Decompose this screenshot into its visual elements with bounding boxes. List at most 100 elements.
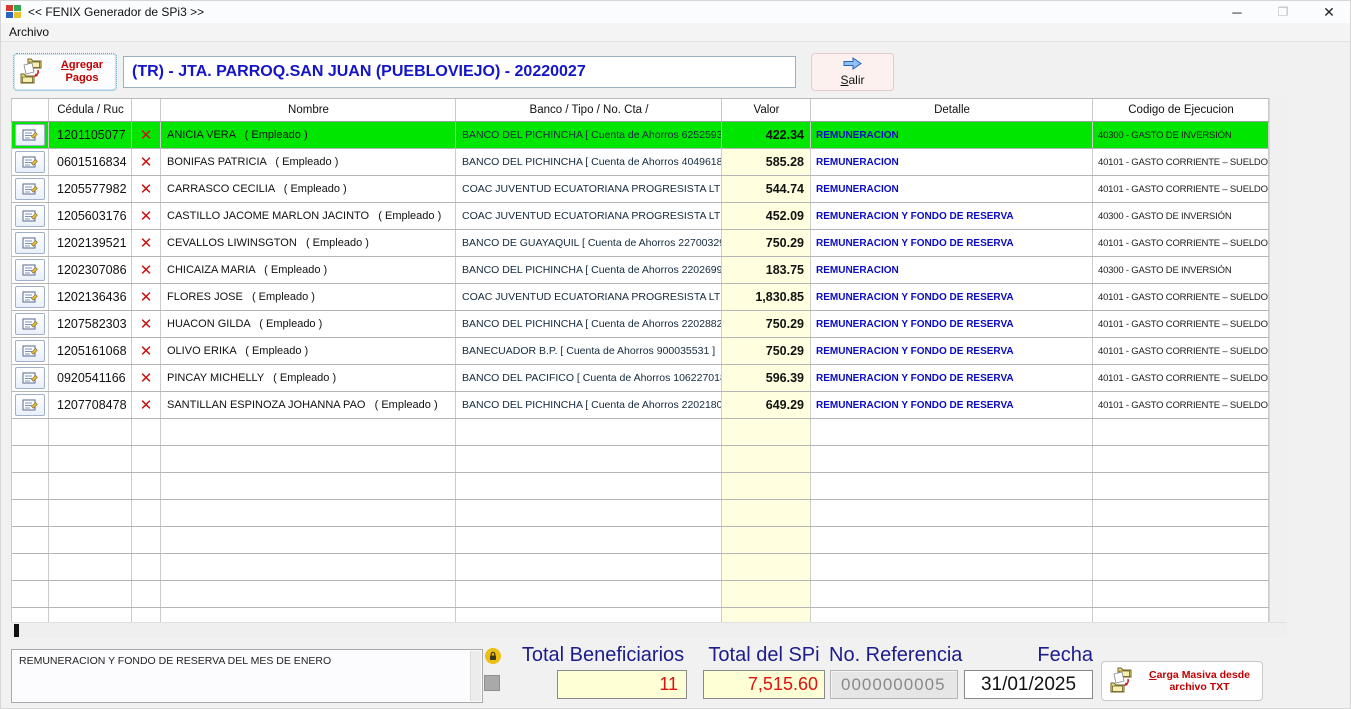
valor-cell: 422.34: [722, 122, 811, 148]
delete-row-icon[interactable]: ✕: [140, 155, 153, 170]
edit-cell: [12, 122, 49, 148]
comment-box[interactable]: REMUNERACION Y FONDO DE RESERVA DEL MES …: [11, 649, 483, 703]
valor-cell: 649.29: [722, 392, 811, 418]
table-row[interactable]: 1202139521 ✕ CEVALLOS LIWINSGTON ( Emple…: [12, 230, 1269, 257]
edit-cell: [12, 365, 49, 391]
edit-row-button[interactable]: [15, 313, 45, 335]
table-row[interactable]: 1205577982 ✕ CARRASCO CECILIA ( Empleado…: [12, 176, 1269, 203]
edit-cell: [12, 203, 49, 229]
cedula-cell: 0601516834: [49, 149, 132, 175]
edit-form-icon: [22, 317, 38, 331]
edit-form-icon: [22, 128, 38, 142]
horizontal-scrollbar-thumb[interactable]: [14, 624, 19, 637]
edit-form-icon: [22, 155, 38, 169]
carga-masiva-button[interactable]: Carga Masiva desde archivo TXT: [1101, 661, 1263, 701]
maximize-button[interactable]: ❐: [1260, 1, 1306, 23]
edit-row-button[interactable]: [15, 340, 45, 362]
window-title: << FENIX Generador de SPi3 >>: [28, 5, 204, 19]
valor-cell: 750.29: [722, 338, 811, 364]
empty-table-row: [12, 419, 1269, 446]
table-row[interactable]: 0601516834 ✕ BONIFAS PATRICIA ( Empleado…: [12, 149, 1269, 176]
delete-row-icon[interactable]: ✕: [140, 344, 153, 359]
cedula-cell: 1207708478: [49, 392, 132, 418]
edit-form-icon: [22, 236, 38, 250]
valor-cell: 596.39: [722, 365, 811, 391]
edit-form-icon: [22, 263, 38, 277]
codigo-cell: 40101 - GASTO CORRIENTE – SUELDOS: [1093, 149, 1269, 175]
delete-row-icon[interactable]: ✕: [140, 209, 153, 224]
valor-cell: 585.28: [722, 149, 811, 175]
add-payments-folder-icon: [18, 56, 48, 89]
banco-cell: COAC JUVENTUD ECUATORIANA PROGRESISTA LT…: [456, 176, 722, 202]
edit-row-button[interactable]: [15, 205, 45, 227]
edit-cell: [12, 311, 49, 337]
codigo-cell: 40101 - GASTO CORRIENTE – SUELDOS: [1093, 176, 1269, 202]
fecha-value[interactable]: 31/01/2025: [964, 670, 1093, 699]
table-row[interactable]: 0920541166 ✕ PINCAY MICHELLY ( Empleado …: [12, 365, 1269, 392]
detalle-cell: REMUNERACION Y FONDO DE RESERVA: [811, 284, 1093, 310]
no-referencia-value: 0000000005: [830, 670, 958, 699]
cedula-cell: 1202136436: [49, 284, 132, 310]
edit-row-button[interactable]: [15, 232, 45, 254]
nombre-cell: CEVALLOS LIWINSGTON ( Empleado ): [161, 230, 456, 256]
edit-form-icon: [22, 290, 38, 304]
delete-row-icon[interactable]: ✕: [140, 182, 153, 197]
entity-title-field[interactable]: [123, 56, 796, 88]
carga-masiva-label: Carga Masiva desde archivo TXT: [1143, 669, 1256, 693]
delete-cell: ✕: [132, 311, 161, 337]
vertical-scrollbar[interactable]: [1269, 98, 1287, 622]
comment-scrollbar[interactable]: [470, 651, 481, 701]
delete-cell: ✕: [132, 284, 161, 310]
edit-form-icon: [22, 209, 38, 223]
codigo-cell: 40101 - GASTO CORRIENTE – SUELDOS: [1093, 230, 1269, 256]
edit-row-button[interactable]: [15, 151, 45, 173]
table-row[interactable]: 1205603176 ✕ CASTILLO JACOME MARLON JACI…: [12, 203, 1269, 230]
exit-arrow-icon: [842, 57, 864, 73]
edit-row-button[interactable]: [15, 178, 45, 200]
valor-cell: 750.29: [722, 230, 811, 256]
edit-row-button[interactable]: [15, 124, 45, 146]
nombre-cell: CHICAIZA MARIA ( Empleado ): [161, 257, 456, 283]
edit-row-button[interactable]: [15, 259, 45, 281]
table-row[interactable]: 1205161068 ✕ OLIVO ERIKA ( Empleado ) BA…: [12, 338, 1269, 365]
edit-row-button[interactable]: [15, 367, 45, 389]
header-valor: Valor: [722, 99, 811, 121]
edit-cell: [12, 338, 49, 364]
delete-row-icon[interactable]: ✕: [140, 290, 153, 305]
empty-table-row: [12, 527, 1269, 554]
edit-row-button[interactable]: [15, 286, 45, 308]
total-spi-label: Total del SPi: [703, 644, 825, 667]
lock-icon: [485, 648, 501, 664]
window-controls: ─ ❐ ✕: [1214, 1, 1351, 23]
table-row[interactable]: 1207708478 ✕ SANTILLAN ESPINOZA JOHANNA …: [12, 392, 1269, 419]
gray-square-button[interactable]: [484, 675, 500, 691]
delete-row-icon[interactable]: ✕: [140, 398, 153, 413]
salir-button[interactable]: Salir: [811, 53, 894, 91]
delete-row-icon[interactable]: ✕: [140, 236, 153, 251]
nombre-cell: PINCAY MICHELLY ( Empleado ): [161, 365, 456, 391]
close-button[interactable]: ✕: [1306, 1, 1351, 23]
minimize-button[interactable]: ─: [1214, 1, 1260, 23]
codigo-cell: 40101 - GASTO CORRIENTE – SUELDOS: [1093, 338, 1269, 364]
detalle-cell: REMUNERACION: [811, 149, 1093, 175]
edit-cell: [12, 230, 49, 256]
table-row[interactable]: 1202136436 ✕ FLORES JOSE ( Empleado ) CO…: [12, 284, 1269, 311]
agregar-pagos-button[interactable]: Agregar Pagos: [13, 53, 117, 91]
delete-row-icon[interactable]: ✕: [140, 371, 153, 386]
nombre-cell: HUACON GILDA ( Empleado ): [161, 311, 456, 337]
no-referencia-label: No. Referencia: [829, 644, 959, 667]
delete-row-icon[interactable]: ✕: [140, 263, 153, 278]
cedula-cell: 1207582303: [49, 311, 132, 337]
valor-cell: 750.29: [722, 311, 811, 337]
nombre-cell: SANTILLAN ESPINOZA JOHANNA PAO ( Emplead…: [161, 392, 456, 418]
horizontal-scrollbar[interactable]: [11, 622, 1287, 638]
edit-row-button[interactable]: [15, 394, 45, 416]
table-row[interactable]: 1202307086 ✕ CHICAIZA MARIA ( Empleado )…: [12, 257, 1269, 284]
table-row[interactable]: 1207582303 ✕ HUACON GILDA ( Empleado ) B…: [12, 311, 1269, 338]
menu-archivo[interactable]: Archivo: [1, 25, 57, 39]
detalle-cell: REMUNERACION Y FONDO DE RESERVA: [811, 311, 1093, 337]
delete-cell: ✕: [132, 338, 161, 364]
table-row[interactable]: 1201105077 ✕ ANICIA VERA ( Empleado ) BA…: [12, 122, 1269, 149]
delete-row-icon[interactable]: ✕: [140, 128, 153, 143]
delete-row-icon[interactable]: ✕: [140, 317, 153, 332]
